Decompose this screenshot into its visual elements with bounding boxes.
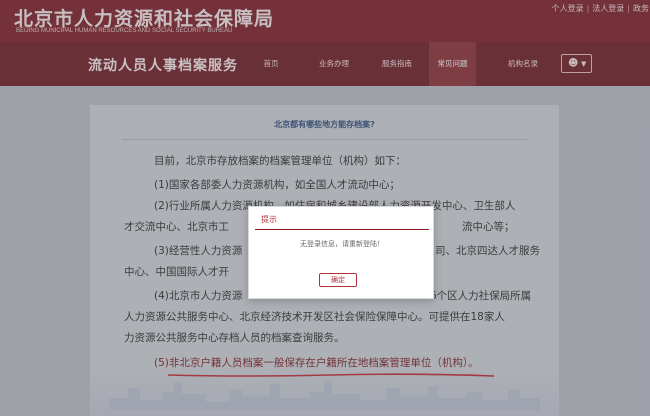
dialog-title: 提示 [261,215,277,224]
login-alert-dialog: 提示 无登录信息，请重新登陆！ 确定 [248,206,434,299]
confirm-button[interactable]: 确定 [319,273,357,287]
dialog-message: 无登录信息，请重新登陆！ [300,240,384,248]
dialog-divider [255,229,429,230]
